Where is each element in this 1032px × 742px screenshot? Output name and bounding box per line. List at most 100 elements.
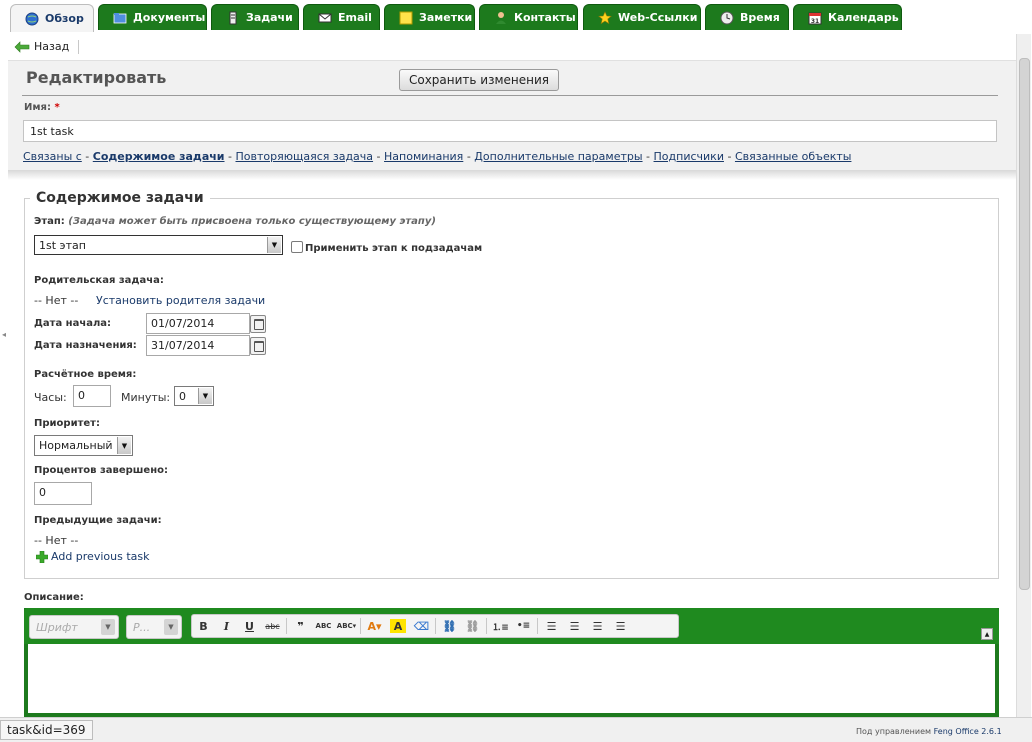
name-input[interactable]: 1st task: [23, 120, 997, 142]
tab-weblinks[interactable]: Web-Ссылки: [583, 4, 701, 30]
align-left-icon[interactable]: ☰: [540, 616, 563, 636]
tab-contacts[interactable]: Контакты: [479, 4, 578, 30]
tab-email[interactable]: Email: [303, 4, 380, 30]
task-content-fieldset: [24, 198, 999, 579]
minutes-select[interactable]: 0 ▼: [174, 386, 214, 406]
tab-time[interactable]: Время: [705, 4, 789, 30]
stage-select[interactable]: 1st этап ▼: [34, 235, 283, 255]
set-parent-link[interactable]: Установить родителя задачи: [96, 294, 265, 307]
calendar-picker-icon[interactable]: [250, 337, 266, 355]
calendar-picker-icon[interactable]: [250, 315, 266, 333]
align-right-icon[interactable]: ☰: [586, 616, 609, 636]
divider: [360, 618, 361, 634]
panel-resize-handle[interactable]: ◂: [2, 330, 6, 350]
apply-stage-checkbox[interactable]: [291, 241, 303, 253]
main-tab-bar: Обзор Документы Задачи Email Заметки Кон…: [0, 0, 1032, 32]
chevron-down-icon: ▼: [101, 619, 115, 635]
tab-label: Документы: [133, 11, 206, 24]
link-repeating-task[interactable]: Повторяющаяся задача: [236, 150, 374, 163]
email-icon: [318, 13, 332, 22]
tab-label: Email: [338, 11, 372, 24]
tab-documents[interactable]: Документы: [98, 4, 207, 30]
previous-none-text: -- Нет --: [34, 534, 79, 547]
bulleted-list-icon[interactable]: •≡: [512, 616, 535, 636]
previous-tasks-label: Предыдущие задачи:: [34, 515, 162, 526]
font-size-combo[interactable]: Р... ▼: [126, 615, 182, 639]
powered-text: Под управлением: [856, 727, 932, 736]
tab-label: Время: [740, 11, 780, 24]
estimate-label: Расчётное время:: [34, 369, 137, 380]
tasks-icon: [229, 11, 237, 24]
back-arrow-icon: [14, 40, 30, 53]
text-color-icon[interactable]: A▾: [363, 616, 386, 636]
spellcheck-icon[interactable]: ABC: [312, 616, 335, 636]
back-label: Назад: [34, 40, 70, 53]
chevron-down-icon: ▼: [267, 237, 281, 253]
percent-complete-input[interactable]: 0: [34, 482, 92, 505]
due-date-input[interactable]: 31/07/2014: [146, 335, 250, 356]
start-date-input[interactable]: 01/07/2014: [146, 313, 250, 334]
priority-select-value: Нормальный: [39, 439, 113, 452]
tab-tasks[interactable]: Задачи: [211, 4, 299, 30]
contacts-icon: [496, 11, 506, 24]
due-date-label: Дата назначения:: [34, 340, 137, 351]
minutes-select-value: 0: [179, 389, 186, 403]
divider: [22, 95, 998, 96]
stage-hint: (Задача может быть присвоена только суще…: [68, 216, 436, 227]
link-task-content[interactable]: Содержимое задачи: [93, 150, 225, 163]
underline-button[interactable]: U: [238, 616, 261, 636]
required-mark: *: [54, 102, 60, 113]
add-previous-task-link[interactable]: Add previous task: [36, 550, 149, 563]
bold-button[interactable]: B: [192, 616, 215, 636]
header-shadow: [8, 170, 1016, 180]
link-extra-params[interactable]: Дополнительные параметры: [474, 150, 642, 163]
product-link[interactable]: Feng Office 2.6.1: [934, 727, 1002, 736]
plus-icon: [36, 550, 48, 563]
hours-input[interactable]: 0: [73, 385, 111, 407]
link-subscribers[interactable]: Подписчики: [654, 150, 724, 163]
blockquote-icon[interactable]: ❞: [289, 616, 312, 636]
name-label-text: Имя:: [24, 102, 51, 113]
documents-icon: [113, 12, 127, 23]
back-button[interactable]: Назад: [14, 40, 69, 53]
minutes-label: Минуты:: [121, 391, 171, 404]
tab-overview[interactable]: Обзор: [10, 4, 94, 32]
priority-select[interactable]: Нормальный ▼: [34, 435, 133, 456]
tab-label: Web-Ссылки: [618, 11, 698, 24]
chevron-down-icon: ▼: [198, 388, 212, 404]
align-justify-icon[interactable]: ☰: [609, 616, 632, 636]
clock-icon: [720, 11, 734, 24]
italic-button[interactable]: I: [215, 616, 238, 636]
parent-task-label: Родительская задача:: [34, 275, 164, 286]
scayt-icon[interactable]: ABC▾: [335, 616, 358, 636]
formatting-buttons: B I U abc ❞ ABC ABC▾ A▾ A ⌫ ⛓ ⛓ ⒈≡ •≡ ☰ …: [191, 614, 679, 638]
tab-label: Контакты: [514, 11, 576, 24]
priority-label: Приоритет:: [34, 418, 100, 429]
font-family-combo[interactable]: Шрифт ▼: [29, 615, 119, 639]
vertical-scrollbar[interactable]: [1016, 34, 1031, 717]
divider: [78, 40, 79, 54]
stage-label: Этап: (Задача может быть присвоена тольк…: [34, 216, 436, 227]
chevron-down-icon: ▼: [164, 619, 178, 635]
link-related[interactable]: Связаны с: [23, 150, 82, 163]
notes-icon: [399, 11, 413, 24]
stage-label-text: Этап:: [34, 216, 65, 227]
unlink-icon[interactable]: ⛓: [461, 616, 484, 636]
scrollbar-thumb[interactable]: [1019, 58, 1030, 590]
numbered-list-icon[interactable]: ⒈≡: [489, 616, 512, 636]
link-linked-objects[interactable]: Связанные объекты: [735, 150, 852, 163]
align-center-icon[interactable]: ☰: [563, 616, 586, 636]
percent-complete-label: Процентов завершено:: [34, 465, 168, 476]
font-combo-placeholder: Шрифт: [36, 621, 78, 634]
link-icon[interactable]: ⛓: [438, 616, 461, 636]
collapse-toolbar-icon[interactable]: ▲: [981, 628, 993, 640]
tab-notes[interactable]: Заметки: [384, 4, 475, 30]
editor-toolbar: Шрифт ▼ Р... ▼ B I U abc ❞ ABC ABC▾ A▾ A…: [24, 608, 999, 644]
tab-calendar[interactable]: 31 Календарь: [793, 4, 902, 30]
eraser-icon[interactable]: ⌫: [410, 616, 433, 636]
name-label: Имя: *: [24, 102, 60, 113]
background-color-icon[interactable]: A: [390, 619, 406, 633]
link-reminders[interactable]: Напоминания: [384, 150, 463, 163]
save-changes-button[interactable]: Сохранить изменения: [399, 69, 559, 91]
strikethrough-button[interactable]: abc: [261, 616, 284, 636]
